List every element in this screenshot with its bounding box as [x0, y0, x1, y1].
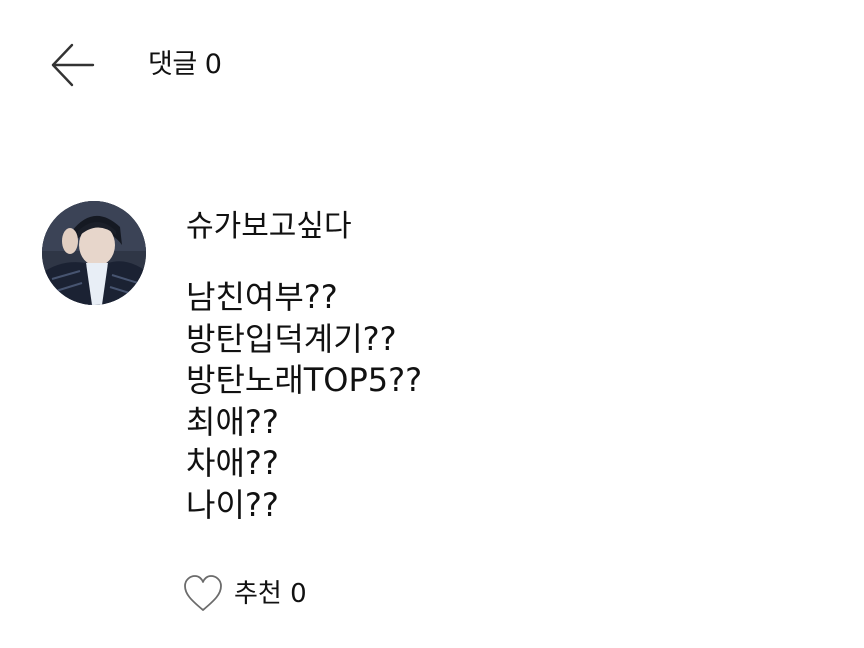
comment-item: 슈가보고싶다 남친여부?? 방탄입덕계기?? 방탄노래TOP5?? 최애?? 차…: [0, 195, 864, 635]
comment-line: 나이??: [186, 485, 279, 524]
heart-outline-icon: [184, 575, 222, 611]
like-row: 추천 0: [182, 573, 307, 615]
comment-author[interactable]: 슈가보고싶다: [186, 209, 352, 245]
comment-body: 남친여부?? 방탄입덕계기?? 방탄노래TOP5?? 최애?? 차애?? 나이?…: [186, 277, 422, 526]
back-button[interactable]: [46, 40, 98, 90]
comment-line: 차애??: [186, 444, 279, 482]
profile-photo: [42, 201, 146, 305]
comment-line: 방탄노래TOP5??: [186, 361, 423, 399]
like-button[interactable]: [182, 573, 224, 615]
page-title: 댓글 0: [148, 49, 222, 80]
comment-line: 최애??: [186, 402, 279, 441]
arrow-left-icon: [51, 43, 95, 87]
avatar[interactable]: [42, 201, 146, 305]
comment-line: 방탄입덕계기??: [186, 319, 397, 358]
like-count-label: 추천 0: [234, 579, 307, 609]
comment-line: 남친여부??: [186, 278, 338, 316]
comments-header: 댓글 0: [0, 0, 864, 130]
